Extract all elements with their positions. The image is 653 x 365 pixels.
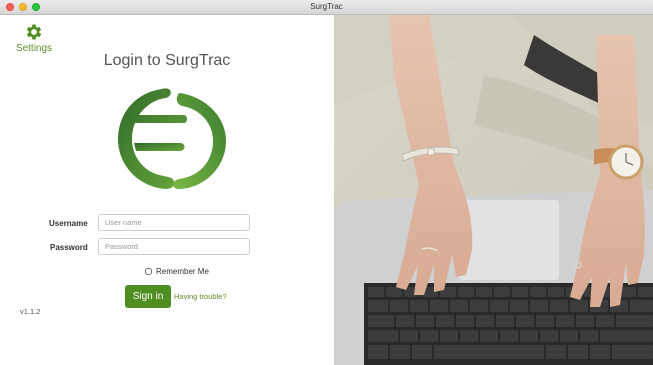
sign-in-button[interactable]: Sign in [125, 285, 171, 308]
version-label: v1.1.2 [20, 307, 41, 316]
username-input[interactable] [98, 214, 250, 231]
username-label: Username [49, 219, 88, 228]
remember-me[interactable]: Remember Me [145, 267, 209, 276]
login-heading: Login to SurgTrac [103, 52, 231, 69]
laptop-hands-illustration [334, 15, 653, 365]
surgtrac-logo [118, 88, 226, 189]
remember-me-label: Remember Me [156, 267, 209, 276]
password-input[interactable] [98, 238, 250, 255]
title-bar: SurgTrac [0, 0, 653, 15]
login-panel: Settings Login to SurgTrac Username Pass… [0, 15, 334, 365]
gear-icon [26, 24, 42, 40]
hero-photo [334, 15, 653, 365]
settings-button[interactable]: Settings [14, 22, 54, 54]
password-label: Password [50, 243, 88, 252]
window-title: SurgTrac [310, 2, 343, 11]
having-trouble-link[interactable]: Having trouble? [174, 292, 227, 301]
remember-me-checkbox[interactable] [145, 268, 152, 275]
